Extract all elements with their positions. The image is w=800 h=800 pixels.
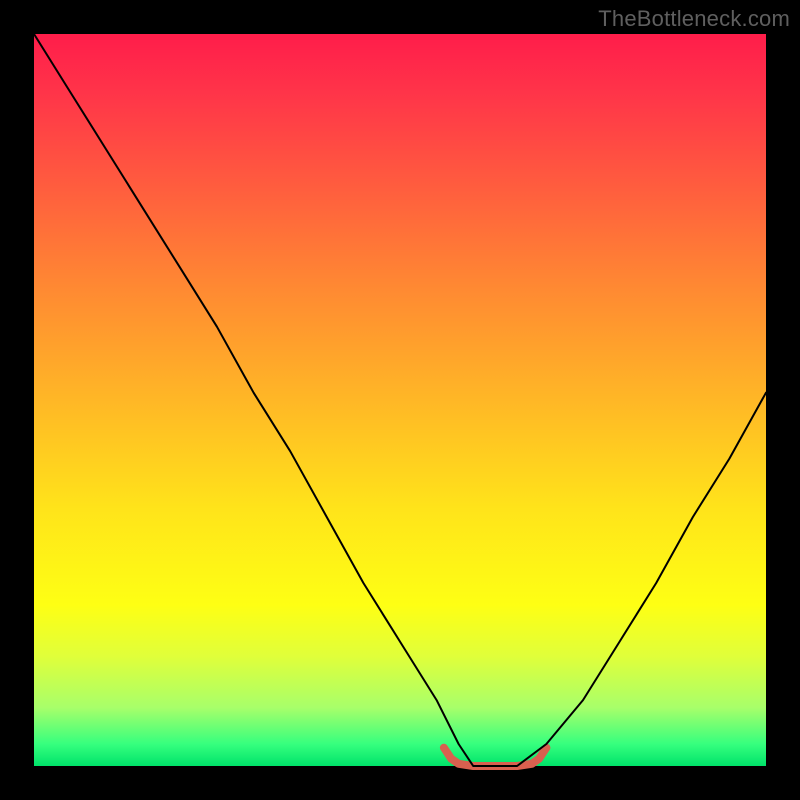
plot-area xyxy=(34,34,766,766)
bottleneck-curve-path xyxy=(34,34,766,766)
chart-svg xyxy=(34,34,766,766)
chart-frame: TheBottleneck.com xyxy=(0,0,800,800)
minimum-band-path xyxy=(444,748,547,766)
watermark-text: TheBottleneck.com xyxy=(598,6,790,32)
